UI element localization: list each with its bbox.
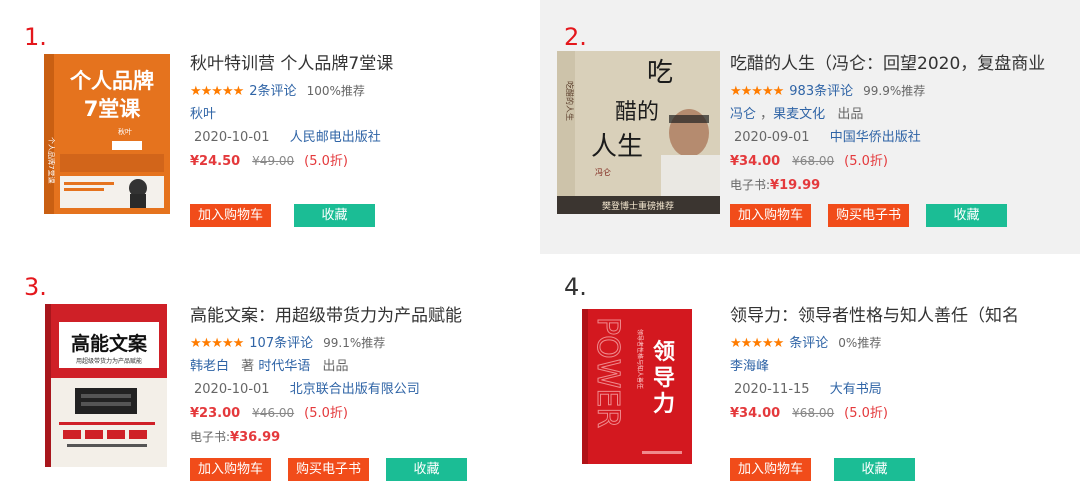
cover-subtitle: 用超级带货力为产品赋能 [76,357,142,365]
svg-text:力: 力 [653,392,675,417]
rating-stars: ★★★★★ [730,84,784,99]
book-info-3: 高能文案：用超级带货力为产品赋能 ★★★★★ 107条评论 99.1%推荐 韩老白 … [190,304,530,447]
action-buttons-4: 加入购物车 收藏 [730,458,932,481]
publisher-link[interactable]: 北京联合出版有限公司 [290,382,420,397]
rating-stars: ★★★★★ [190,84,244,99]
book-cover-2[interactable]: 吃醋的人生 吃 醋的 人生 冯仑 樊登博士重磅推荐 [557,51,720,214]
ebook-price: ¥19.99 [770,178,821,193]
rank-number: 2. [564,23,587,51]
cover-big-1: 吃 [647,58,673,88]
review-count-link[interactable]: 107条评论 [249,336,313,351]
author-link[interactable]: 韩老白 [190,359,229,374]
rank-number: 3. [24,273,47,301]
buy-ebook-button[interactable]: 购买电子书 [828,204,909,227]
current-price: ¥34.00 [730,406,781,421]
current-price: ¥34.00 [730,154,781,169]
cover-big-2: 醋的 [615,100,659,125]
cover-big-3: 人生 [591,132,643,162]
author-link[interactable]: 秋叶 [190,107,216,122]
current-price: ¥23.00 [190,406,241,421]
book-title[interactable]: 秋叶特训营 个人品牌7堂课 [190,52,530,76]
add-to-cart-button[interactable]: 加入购物车 [190,204,271,227]
buy-ebook-button[interactable]: 购买电子书 [288,458,369,481]
producer-link[interactable]: 果麦文化 [773,107,825,122]
cover-subtitle: 领导者性格与知人善任 [636,329,644,389]
action-buttons-3: 加入购物车 购买电子书 收藏 [190,458,484,481]
book-title[interactable]: 吃醋的人生（冯仑：回望2020，复盘商业 [730,52,1075,76]
action-buttons-1: 加入购物车 收藏 [190,204,392,227]
producer-link[interactable]: 时代华语 [258,359,310,374]
book-info-2: 吃醋的人生（冯仑：回望2020，复盘商业 ★★★★★ 983条评论 99.9%推荐 … [730,52,1075,195]
svg-text:领: 领 [653,339,675,365]
cover-title-line2: 7堂课 [84,97,142,121]
book-card-3: 3. 高能文案 用超级带货力为产品赋能 高能文案：用超级带货力为产品赋能 ★★★… [0,254,540,499]
book-title[interactable]: 高能文案：用超级带货力为产品赋能 [190,304,530,328]
recommend-rate: 0%推荐 [838,336,882,350]
cover-outline-text: POWER [590,317,625,428]
publish-date: 2020-10-01 [194,130,270,145]
author-separator: ， [760,107,774,122]
publish-date: 2020-11-15 [734,382,810,397]
publisher-link[interactable]: 人民邮电出版社 [290,130,381,145]
rank-number: 1. [24,23,47,51]
ebook-label: 电子书: [730,178,771,192]
book-card-1: 1. 个人品牌7堂课 个人品牌 7堂课 秋叶 秋叶特训营 个人品牌7堂课 ★★★… [0,0,540,254]
book-cover-1[interactable]: 个人品牌7堂课 个人品牌 7堂课 秋叶 [44,54,170,214]
add-to-cart-button[interactable]: 加入购物车 [730,458,811,481]
add-to-cart-button[interactable]: 加入购物车 [730,204,811,227]
author-link[interactable]: 李海峰 [730,359,769,374]
ebook-price: ¥36.99 [230,430,281,445]
produced-label: 出品 [322,359,349,374]
favorite-button[interactable]: 收藏 [834,458,915,481]
ebook-label: 电子书: [190,430,231,444]
cover-author: 秋叶 [118,127,132,136]
discount: (5.0折) [844,406,888,421]
svg-text:导: 导 [653,366,675,391]
rank-number: 4. [564,273,587,301]
book-ranking-grid: 1. 个人品牌7堂课 个人品牌 7堂课 秋叶 秋叶特训营 个人品牌7堂课 ★★★… [0,0,1080,499]
book-cover-3[interactable]: 高能文案 用超级带货力为产品赋能 [45,304,167,467]
author-role: 著 [241,359,255,374]
book-info-1: 秋叶特训营 个人品牌7堂课 ★★★★★ 2条评论 100%推荐 秋叶 2020-10… [190,52,530,171]
book-cover-4[interactable]: POWER 领导者性格与知人善任 领 导 力 [582,309,692,464]
review-count-link[interactable]: 2条评论 [249,84,296,99]
current-price: ¥24.50 [190,154,241,169]
book-card-2: 2. 吃醋的人生 吃 醋的 人生 冯仑 樊登博士重磅推荐 吃醋的人生（冯仑：回望… [540,0,1080,254]
produced-label: 出品 [837,107,864,122]
original-price: ¥46.00 [252,406,295,420]
favorite-button[interactable]: 收藏 [386,458,467,481]
recommend-rate: 99.9%推荐 [863,84,926,98]
discount: (5.0折) [304,154,348,169]
recommend-rate: 99.1%推荐 [323,336,386,350]
add-to-cart-button[interactable]: 加入购物车 [190,458,271,481]
action-buttons-2: 加入购物车 购买电子书 收藏 [730,204,1024,227]
book-title[interactable]: 领导力：领导者性格与知人善任（知名 [730,304,1075,328]
cover-side-text: 个人品牌7堂课 [47,137,56,183]
favorite-button[interactable]: 收藏 [294,204,375,227]
original-price: ¥68.00 [792,154,835,168]
review-count-link[interactable]: 条评论 [789,336,828,351]
publisher-link[interactable]: 中国华侨出版社 [830,130,921,145]
cover-author: 冯仑 [595,167,611,177]
cover-band-text: 樊登博士重磅推荐 [602,200,674,212]
book-info-4: 领导力：领导者性格与知人善任（知名 ★★★★★ 条评论 0%推荐 李海峰 2020-… [730,304,1075,423]
publish-date: 2020-09-01 [734,130,810,145]
cover-title-line1: 个人品牌 [70,69,154,93]
discount: (5.0折) [304,406,348,421]
discount: (5.0折) [844,154,888,169]
cover-side-text: 吃醋的人生 [565,81,575,121]
book-card-4: 4. POWER 领导者性格与知人善任 领 导 力 领导力：领导者性格与知人善任… [540,254,1080,499]
original-price: ¥49.00 [252,154,295,168]
author-link[interactable]: 冯仑 [730,107,756,122]
original-price: ¥68.00 [792,406,835,420]
favorite-button[interactable]: 收藏 [926,204,1007,227]
rating-stars: ★★★★★ [190,336,244,351]
publish-date: 2020-10-01 [194,382,270,397]
review-count-link[interactable]: 983条评论 [789,84,853,99]
publisher-link[interactable]: 大有书局 [830,382,882,397]
recommend-rate: 100%推荐 [306,84,365,98]
rating-stars: ★★★★★ [730,336,784,351]
cover-title: 高能文案 [71,332,148,355]
